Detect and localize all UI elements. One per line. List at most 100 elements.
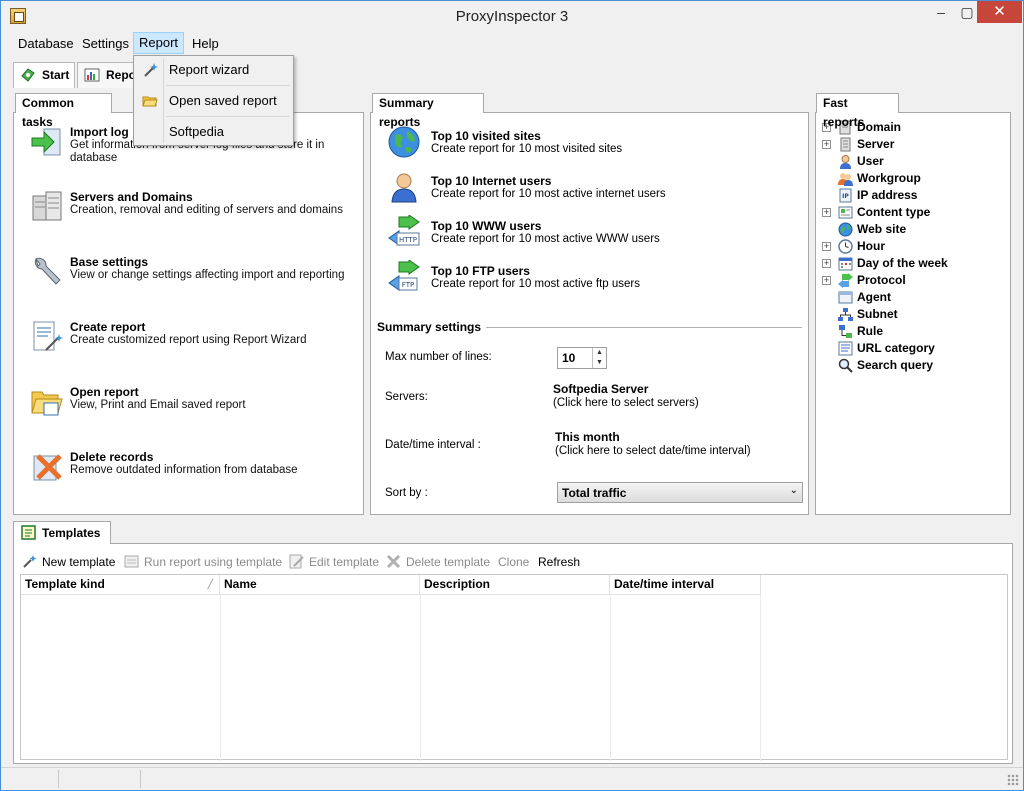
max-lines-spinner[interactable]: 10 ▲ ▼ — [557, 347, 607, 369]
delete-template-label: Delete template — [406, 555, 491, 569]
report-dropdown-menu: Report wizard Open saved report Softpedi… — [133, 55, 294, 146]
expand-icon[interactable]: + — [822, 242, 831, 251]
menu-database[interactable]: Database — [13, 33, 79, 55]
summary-settings-divider — [486, 327, 802, 328]
menu-separator — [166, 116, 290, 117]
summary-report-description: Create report for 10 most active ftp use… — [431, 278, 641, 290]
menu-help[interactable]: Help — [187, 33, 224, 55]
minimize-button[interactable]: – — [927, 1, 955, 23]
templates-grid: Template kind ╱ Name Description Date/ti… — [20, 574, 1008, 761]
interval-value: This month — [555, 430, 620, 444]
common-tasks-panel: Import log Get information from server l… — [13, 112, 364, 515]
servers-value: Softpedia Server — [553, 382, 649, 396]
column-header-template-kind[interactable]: Template kind ╱ — [21, 575, 220, 595]
menu-item-label: Report wizard — [169, 62, 250, 77]
tree-item-label: Content type — [857, 205, 931, 219]
task-delete-records[interactable]: Delete records Remove outdated informati… — [30, 450, 360, 498]
column-header-description[interactable]: Description — [420, 575, 610, 595]
delete-x-icon — [33, 454, 62, 481]
spin-up-icon[interactable]: ▲ — [592, 348, 606, 358]
calendar-icon — [838, 257, 853, 271]
expand-icon[interactable]: + — [822, 259, 831, 268]
summary-report-title: Top 10 Internet users — [431, 174, 552, 188]
task-title: Create report — [70, 320, 146, 334]
menu-settings[interactable]: Settings — [77, 33, 134, 55]
title-bar: ProxyInspector 3 – ▢ ✕ — [1, 1, 1023, 32]
templates-icon — [21, 525, 36, 540]
close-button[interactable]: ✕ — [977, 1, 1022, 23]
subnet-icon — [838, 308, 853, 321]
summary-report-description: Create report for 10 most active WWW use… — [431, 233, 660, 245]
run-report-icon — [124, 555, 139, 568]
expand-icon[interactable]: + — [822, 276, 831, 285]
menu-item-label: Open saved report — [169, 93, 277, 108]
expand-icon[interactable]: + — [822, 140, 831, 149]
summary-top-ftp-users[interactable]: FTP Top 10 FTP users Create report for 1… — [387, 260, 787, 296]
url-category-icon — [838, 341, 853, 356]
edit-template-icon — [289, 554, 304, 569]
svg-text:IP: IP — [842, 193, 849, 200]
summary-report-title: Top 10 WWW users — [431, 219, 542, 233]
tree-item-label: Search query — [857, 358, 934, 372]
task-base-settings[interactable]: Base settings View or change settings af… — [30, 255, 360, 303]
edit-template-button[interactable]: Edit template — [289, 553, 379, 571]
summary-settings-heading: Summary settings — [377, 320, 482, 334]
task-description: View or change settings affecting import… — [70, 269, 345, 281]
start-icon — [21, 68, 35, 82]
menu-item-open-saved-report[interactable]: Open saved report — [136, 88, 292, 114]
tree-item-label: Server — [857, 137, 895, 151]
spin-down-icon[interactable]: ▼ — [592, 358, 606, 368]
agent-icon — [838, 291, 853, 304]
tree-item-label: Subnet — [857, 307, 898, 321]
task-description: Creation, removal and editing of servers… — [70, 204, 343, 216]
task-open-report[interactable]: Open report View, Print and Email saved … — [30, 385, 360, 433]
ftp-icon: FTP — [388, 260, 420, 291]
summary-top-www-users[interactable]: HTTP Top 10 WWW users Create report for … — [387, 215, 787, 251]
templates-tab[interactable]: Templates — [13, 521, 111, 544]
max-lines-label: Max number of lines: — [385, 351, 492, 363]
summary-top-visited-sites[interactable]: Top 10 visited sites Create report for 1… — [387, 125, 787, 161]
templates-tab-label: Templates — [42, 526, 101, 540]
run-report-button[interactable]: Run report using template — [124, 553, 282, 571]
servers-selector[interactable]: Softpedia Server (Click here to select s… — [553, 383, 699, 410]
wand-icon — [144, 63, 158, 77]
servers-icon — [32, 191, 62, 221]
menu-item-report-wizard[interactable]: Report wizard — [136, 57, 292, 83]
interval-selector[interactable]: This month (Click here to select date/ti… — [555, 431, 751, 458]
clock-icon — [838, 239, 853, 254]
tree-item-label: URL category — [857, 341, 935, 355]
tree-item-label: Hour — [857, 239, 885, 253]
summary-report-title: Top 10 visited sites — [431, 129, 541, 143]
menu-report[interactable]: Report — [133, 32, 185, 54]
expand-icon[interactable]: + — [822, 208, 831, 217]
task-servers-and-domains[interactable]: Servers and Domains Creation, removal an… — [30, 190, 360, 238]
task-title: Base settings — [70, 255, 149, 269]
column-header-date-time-interval[interactable]: Date/time interval — [610, 575, 761, 595]
ftp-icon-text: FTP — [402, 281, 414, 289]
new-template-button[interactable]: New template — [22, 553, 115, 571]
column-header-name[interactable]: Name — [220, 575, 420, 595]
delete-template-button[interactable]: Delete template — [386, 553, 490, 571]
ip-address-icon: IP — [839, 188, 852, 203]
task-create-report[interactable]: Create report Create customized report u… — [30, 320, 360, 368]
content-type-icon — [838, 206, 853, 219]
menu-separator — [166, 85, 290, 86]
app-window: ProxyInspector 3 – ▢ ✕ Database Settings… — [0, 0, 1024, 791]
task-title: Servers and Domains — [70, 190, 193, 204]
sort-select[interactable]: Total traffic ⌄ — [557, 482, 803, 503]
menu-item-softpedia[interactable]: Softpedia — [136, 119, 292, 145]
summary-report-description: Create report for 10 most visited sites — [431, 143, 623, 155]
window-title: ProxyInspector 3 — [455, 8, 569, 25]
new-template-icon — [23, 555, 37, 568]
max-lines-value: 10 — [562, 351, 576, 365]
tab-start[interactable]: Start — [13, 62, 75, 88]
resize-grip-icon[interactable] — [1007, 774, 1019, 786]
tree-item-label: Day of the week — [857, 256, 948, 270]
interval-hint: (Click here to select date/time interval… — [555, 445, 751, 457]
summary-report-title: Top 10 FTP users — [431, 264, 530, 278]
clone-button[interactable]: Clone — [498, 553, 529, 571]
tree-item-label: Web site — [857, 222, 907, 236]
tree-item-label: Protocol — [857, 273, 906, 287]
refresh-button[interactable]: Refresh — [538, 553, 580, 571]
summary-top-internet-users[interactable]: Top 10 Internet users Create report for … — [387, 170, 787, 206]
